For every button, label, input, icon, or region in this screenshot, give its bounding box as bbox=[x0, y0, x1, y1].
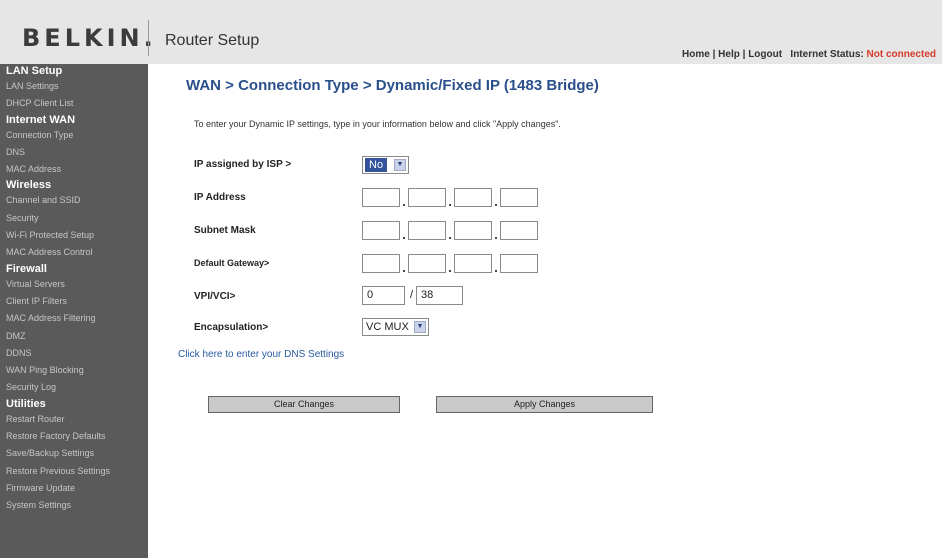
subnet-mask-label: Subnet Mask bbox=[194, 225, 256, 236]
logout-link[interactable]: Logout bbox=[748, 49, 782, 60]
sidebar-item-restore-factory-defaults[interactable]: Restore Factory Defaults bbox=[0, 428, 148, 445]
vpi-vci-label: VPI/VCI> bbox=[194, 291, 236, 302]
ip-separator bbox=[449, 237, 451, 239]
ip-address-octet-2[interactable] bbox=[408, 188, 446, 207]
encapsulation-label: Encapsulation> bbox=[194, 322, 269, 333]
sidebar-item-channel-and-ssid[interactable]: Channel and SSID bbox=[0, 192, 148, 209]
sidebar-item-restart-router[interactable]: Restart Router bbox=[0, 411, 148, 428]
clear-changes-button[interactable]: Clear Changes bbox=[208, 396, 400, 413]
ip-separator bbox=[495, 270, 497, 272]
sidebar-section-title: Firewall bbox=[6, 262, 47, 275]
sidebar-section-title: Internet WAN bbox=[6, 113, 76, 126]
ip-separator bbox=[449, 204, 451, 206]
subnet-octet-2[interactable] bbox=[408, 221, 446, 240]
internet-status-label: Internet Status: bbox=[790, 49, 864, 60]
gateway-octet-2[interactable] bbox=[408, 254, 446, 273]
encapsulation-value: VC MUX bbox=[366, 321, 409, 333]
sidebar-item-save-backup-settings[interactable]: Save/Backup Settings bbox=[0, 445, 148, 462]
sidebar-item-restore-previous-settings[interactable]: Restore Previous Settings bbox=[0, 463, 148, 480]
app-title: Router Setup bbox=[165, 32, 260, 49]
ip-separator bbox=[449, 270, 451, 272]
ip-assigned-label: IP assigned by ISP > bbox=[194, 159, 292, 170]
instructions-text: To enter your Dynamic IP settings, type … bbox=[194, 119, 561, 129]
sidebar-item-ddns[interactable]: DDNS bbox=[0, 345, 148, 362]
ip-assigned-select[interactable]: No ▼ bbox=[362, 156, 409, 174]
default-gateway-label: Default Gateway> bbox=[194, 258, 270, 268]
sidebar-item-virtual-servers[interactable]: Virtual Servers bbox=[0, 276, 148, 293]
ip-address-octet-4[interactable] bbox=[500, 188, 538, 207]
ip-address-octet-3[interactable] bbox=[454, 188, 492, 207]
help-link[interactable]: Help bbox=[718, 49, 740, 60]
ip-separator bbox=[403, 237, 405, 239]
internet-status-value: Not connected bbox=[866, 49, 936, 60]
subnet-octet-1[interactable] bbox=[362, 221, 400, 240]
sidebar-item-security[interactable]: Security bbox=[0, 210, 148, 227]
header-bar: BELKIN. Router Setup Home | Help | Logou… bbox=[0, 0, 942, 64]
sidebar-item-mac-address[interactable]: MAC Address bbox=[0, 161, 148, 178]
sidebar-item-lan-settings[interactable]: LAN Settings bbox=[0, 78, 148, 95]
sidebar-item-mac-address-filtering[interactable]: MAC Address Filtering bbox=[0, 310, 148, 327]
encapsulation-select[interactable]: VC MUX ▼ bbox=[362, 318, 429, 336]
sidebar-item-wan-ping-blocking[interactable]: WAN Ping Blocking bbox=[0, 362, 148, 379]
logo-divider bbox=[148, 20, 149, 56]
sidebar-section-title: Utilities bbox=[6, 397, 46, 410]
gateway-octet-4[interactable] bbox=[500, 254, 538, 273]
chevron-down-icon: ▼ bbox=[414, 321, 426, 333]
home-link[interactable]: Home bbox=[682, 49, 710, 60]
sidebar-item-dmz[interactable]: DMZ bbox=[0, 328, 148, 345]
sidebar-section-title: Wireless bbox=[6, 179, 52, 192]
sidebar-item-security-log[interactable]: Security Log bbox=[0, 379, 148, 396]
top-links: Home | Help | Logout Internet Status: No… bbox=[682, 49, 936, 60]
ip-assigned-value: No bbox=[365, 158, 388, 172]
ip-address-octet-1[interactable] bbox=[362, 188, 400, 207]
subnet-octet-4[interactable] bbox=[500, 221, 538, 240]
vpi-vci-separator: / bbox=[410, 289, 414, 301]
main-content: WAN > Connection Type > Dynamic/Fixed IP… bbox=[148, 64, 942, 558]
ip-separator bbox=[403, 204, 405, 206]
apply-changes-button[interactable]: Apply Changes bbox=[436, 396, 653, 413]
gateway-octet-3[interactable] bbox=[454, 254, 492, 273]
gateway-octet-1[interactable] bbox=[362, 254, 400, 273]
sidebar-item-dhcp-client-list[interactable]: DHCP Client List bbox=[0, 95, 148, 112]
sidebar-nav: LAN Setup LAN Settings DHCP Client List Int… bbox=[0, 64, 148, 558]
subnet-octet-3[interactable] bbox=[454, 221, 492, 240]
sidebar-item-client-ip-filters[interactable]: Client IP Filters bbox=[0, 293, 148, 310]
belkin-logo: BELKIN. bbox=[22, 24, 157, 52]
vpi-input[interactable]: 0 bbox=[362, 286, 405, 305]
dns-settings-link[interactable]: Click here to enter your DNS Settings bbox=[178, 349, 344, 360]
ip-separator bbox=[495, 237, 497, 239]
ip-separator bbox=[403, 270, 405, 272]
sidebar-item-mac-address-control[interactable]: MAC Address Control bbox=[0, 244, 148, 261]
sidebar-item-connection-type[interactable]: Connection Type bbox=[0, 127, 148, 144]
vci-input[interactable]: 38 bbox=[416, 286, 463, 305]
sidebar-item-system-settings[interactable]: System Settings bbox=[0, 497, 148, 514]
page-title: WAN > Connection Type > Dynamic/Fixed IP… bbox=[186, 77, 599, 94]
sidebar-item-wi-fi-protected-setup[interactable]: Wi-Fi Protected Setup bbox=[0, 227, 148, 244]
sidebar-item-dns[interactable]: DNS bbox=[0, 144, 148, 161]
chevron-down-icon: ▼ bbox=[394, 159, 406, 171]
ip-address-label: IP Address bbox=[194, 192, 246, 203]
sidebar-item-firmware-update[interactable]: Firmware Update bbox=[0, 480, 148, 497]
ip-separator bbox=[495, 204, 497, 206]
sidebar-section-title: LAN Setup bbox=[6, 65, 63, 77]
